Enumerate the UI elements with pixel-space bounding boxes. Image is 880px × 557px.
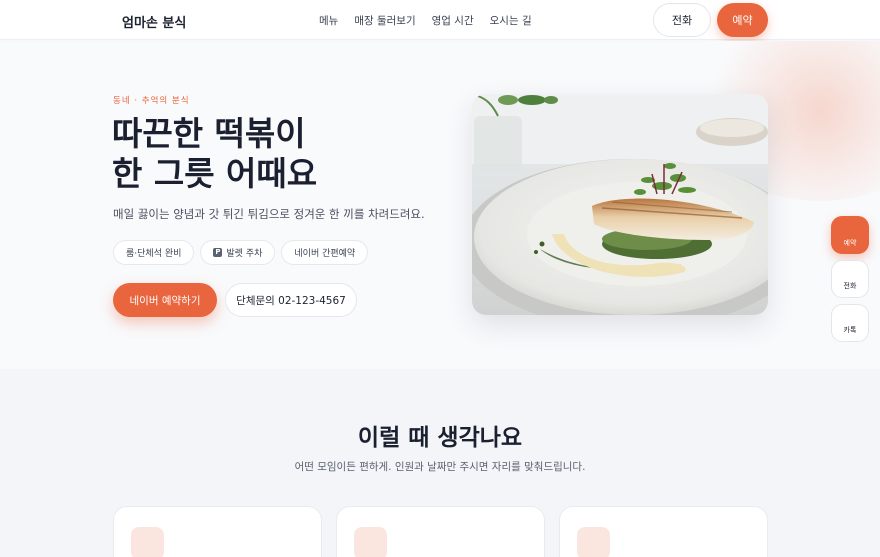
site-header: 엄마손 분식 메뉴 매장 둘러보기 영업 시간 오시는 길 전화 예약 <box>0 0 880 40</box>
hero-section: 동네 · 추억의 분식 따끈한 떡볶이 한 그릇 어때요 매일 끓이는 양념과 … <box>0 41 880 369</box>
hero-title: 따끈한 떡볶이 한 그릇 어때요 <box>112 114 317 194</box>
feature-chips: 룸·단체석 완비 P 발렛 주차 네이버 간편예약 <box>113 240 369 265</box>
nav-directions[interactable]: 오시는 길 <box>490 13 532 28</box>
reserve-button[interactable]: 예약 <box>717 3 768 37</box>
occasion-card[interactable] <box>336 506 545 557</box>
card-icon <box>354 527 387 557</box>
chip-label: 네이버 간편예약 <box>294 249 356 259</box>
floating-reserve-button[interactable]: 예약 <box>831 216 869 254</box>
floating-kakao-button[interactable]: 카톡 <box>831 304 869 342</box>
brand-logo[interactable]: 엄마손 분식 <box>122 12 186 31</box>
chip-group-seating: 룸·단체석 완비 <box>113 240 195 265</box>
occasion-card[interactable] <box>559 506 768 557</box>
call-button[interactable]: 전화 <box>653 3 711 37</box>
group-inquiry-button[interactable]: 단체문의 02-123-4567 <box>225 283 357 317</box>
hero-title-line-1: 따끈한 떡볶이 <box>112 114 306 153</box>
nav-store-tour[interactable]: 매장 둘러보기 <box>354 13 415 28</box>
nav-hours[interactable]: 영업 시간 <box>432 13 474 28</box>
food-photo <box>472 94 768 315</box>
card-icon <box>131 527 164 557</box>
section-subtitle: 어떤 모임이든 편하게. 인원과 날짜만 주시면 자리를 맞춰드립니다. <box>294 461 586 473</box>
occasion-card[interactable] <box>113 506 322 557</box>
main-nav: 메뉴 매장 둘러보기 영업 시간 오시는 길 <box>319 13 532 28</box>
chip-naver-booking: 네이버 간편예약 <box>281 240 369 265</box>
hero-title-line-2: 한 그릇 어때요 <box>112 154 318 193</box>
chip-label: 룸·단체석 완비 <box>126 249 182 259</box>
parking-icon: P <box>213 248 223 257</box>
hero-eyebrow: 동네 · 추억의 분식 <box>113 96 190 106</box>
chip-parking: P 발렛 주차 <box>200 240 276 265</box>
nav-menu[interactable]: 메뉴 <box>319 13 338 28</box>
chip-label: 발렛 주차 <box>226 249 263 259</box>
food-photo-illustration <box>472 94 768 315</box>
floating-call-button[interactable]: 전화 <box>831 260 869 298</box>
section-title: 이럴 때 생각나요 <box>357 425 523 451</box>
card-icon <box>577 527 610 557</box>
naver-reserve-button[interactable]: 네이버 예약하기 <box>113 283 217 317</box>
hero-lead: 매일 끓이는 양념과 갓 튀긴 튀김으로 정겨운 한 끼를 차려드려요. <box>113 207 425 221</box>
occasions-section: 이럴 때 생각나요 어떤 모임이든 편하게. 인원과 날짜만 주시면 자리를 맞… <box>0 369 880 557</box>
